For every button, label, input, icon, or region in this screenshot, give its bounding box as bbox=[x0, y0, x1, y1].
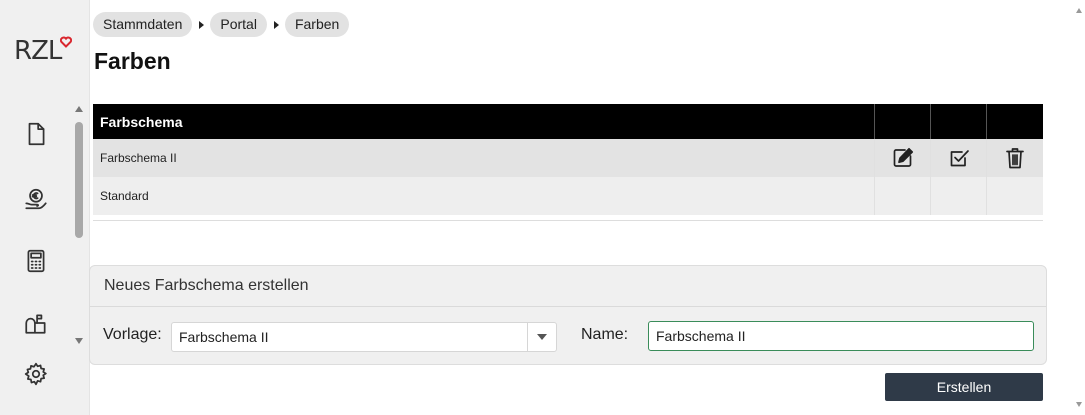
app-window: RZL Stammdaten Portal Farben Farben Farb… bbox=[0, 0, 1085, 415]
delete-button[interactable] bbox=[986, 139, 1042, 177]
mailbox-icon[interactable] bbox=[20, 307, 52, 339]
scroll-up-arrow-icon[interactable] bbox=[75, 106, 83, 112]
table-row[interactable]: Farbschema II bbox=[93, 139, 1043, 177]
dropdown-button[interactable] bbox=[527, 323, 556, 351]
column-header-delete bbox=[986, 104, 1042, 139]
euro-hand-icon[interactable] bbox=[20, 183, 52, 215]
template-select[interactable]: Farbschema II bbox=[171, 322, 557, 352]
create-button[interactable]: Erstellen bbox=[885, 373, 1043, 401]
column-header-edit bbox=[874, 104, 930, 139]
template-select-value: Farbschema II bbox=[179, 329, 269, 345]
delete-cell-empty bbox=[986, 177, 1042, 215]
breadcrumb: Stammdaten Portal Farben bbox=[93, 12, 350, 37]
edit-icon bbox=[893, 147, 913, 167]
check-icon bbox=[950, 150, 969, 167]
edit-cell-empty bbox=[874, 177, 930, 215]
column-header-activate bbox=[930, 104, 986, 139]
row-name: Farbschema II bbox=[100, 151, 177, 165]
scroll-down-arrow-icon[interactable] bbox=[1076, 402, 1082, 407]
edit-button[interactable] bbox=[874, 139, 930, 177]
breadcrumb-separator-icon bbox=[199, 20, 205, 29]
breadcrumb-item-stammdaten[interactable]: Stammdaten bbox=[93, 12, 193, 37]
table-footer-spacer bbox=[93, 215, 1043, 220]
create-scheme-panel: Neues Farbschema erstellen Vorlage: Farb… bbox=[89, 265, 1047, 365]
scroll-up-arrow-icon[interactable] bbox=[1076, 8, 1082, 13]
table-row[interactable]: Standard bbox=[93, 177, 1043, 215]
breadcrumb-item-portal[interactable]: Portal bbox=[210, 12, 267, 37]
panel-title: Neues Farbschema erstellen bbox=[90, 266, 1046, 307]
gear-icon[interactable] bbox=[20, 358, 52, 390]
heart-icon bbox=[60, 36, 72, 48]
document-icon[interactable] bbox=[20, 118, 52, 150]
page-title: Farben bbox=[94, 48, 171, 74]
color-scheme-table: Farbschema Farbschema II Standard bbox=[93, 104, 1043, 221]
name-input[interactable] bbox=[648, 321, 1034, 351]
activate-button[interactable] bbox=[930, 139, 986, 177]
trash-icon bbox=[1005, 148, 1024, 169]
row-name: Standard bbox=[100, 189, 149, 203]
logo: RZL bbox=[14, 36, 74, 66]
column-header-farbschema[interactable]: Farbschema bbox=[93, 104, 874, 139]
sidebar-scrollbar[interactable] bbox=[74, 102, 84, 346]
page-scrollbar[interactable] bbox=[1074, 0, 1085, 415]
sidebar: RZL bbox=[0, 0, 90, 415]
breadcrumb-item-farben[interactable]: Farben bbox=[284, 12, 350, 37]
breadcrumb-separator-icon bbox=[273, 20, 279, 29]
activate-cell-empty bbox=[930, 177, 986, 215]
calculator-icon[interactable] bbox=[20, 245, 52, 277]
name-label: Name: bbox=[581, 326, 629, 343]
scrollbar-thumb[interactable] bbox=[75, 122, 83, 238]
chevron-down-icon bbox=[537, 334, 547, 340]
logo-text: RZL bbox=[14, 36, 62, 66]
scroll-down-arrow-icon[interactable] bbox=[75, 338, 83, 344]
table-header-row: Farbschema bbox=[93, 104, 1043, 139]
template-label: Vorlage: bbox=[103, 326, 162, 343]
